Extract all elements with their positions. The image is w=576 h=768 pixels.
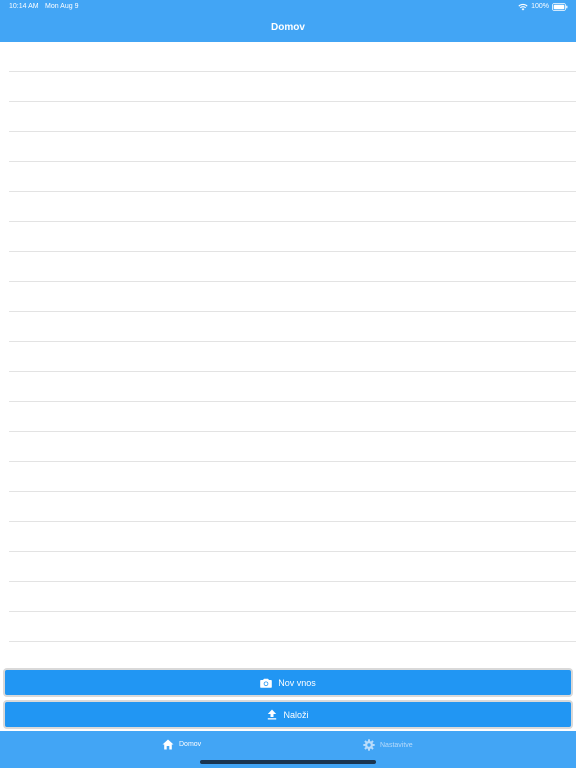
list-item[interactable] <box>9 462 576 492</box>
home-indicator <box>200 760 376 764</box>
list-item[interactable] <box>9 432 576 462</box>
new-entry-button[interactable]: Nov vnos <box>3 668 573 697</box>
tab-home[interactable]: Domov <box>162 739 201 750</box>
list-item[interactable] <box>9 642 576 664</box>
list-item[interactable] <box>9 312 576 342</box>
app-screen: 10:14 AM Mon Aug 9 100% Domov Nov vnos N… <box>0 0 576 768</box>
entry-list[interactable] <box>0 42 576 664</box>
tab-home-label: Domov <box>179 741 202 748</box>
list-item[interactable] <box>9 282 576 312</box>
tab-settings[interactable]: Nastavitve <box>363 739 413 751</box>
list-item[interactable] <box>9 372 576 402</box>
list-item[interactable] <box>9 582 576 612</box>
gear-icon <box>363 739 375 751</box>
new-entry-label: Nov vnos <box>278 677 316 688</box>
list-item[interactable] <box>9 552 576 582</box>
list-item[interactable] <box>9 162 576 192</box>
camera-icon <box>260 678 273 688</box>
list-item[interactable] <box>9 402 576 432</box>
list-item[interactable] <box>9 72 576 102</box>
list-item[interactable] <box>9 42 576 72</box>
battery-percent: 100% <box>531 3 549 10</box>
list-item[interactable] <box>9 252 576 282</box>
list-item[interactable] <box>9 612 576 642</box>
list-item[interactable] <box>9 342 576 372</box>
status-time: 10:14 AM <box>9 3 39 10</box>
tab-settings-label: Nastavitve <box>380 741 413 749</box>
list-item[interactable] <box>9 522 576 552</box>
upload-button[interactable]: Naloži <box>3 700 573 729</box>
home-icon <box>162 739 174 750</box>
list-item[interactable] <box>9 222 576 252</box>
list-item[interactable] <box>9 132 576 162</box>
list-item[interactable] <box>9 102 576 132</box>
wifi-icon <box>518 3 528 11</box>
upload-label: Naloži <box>283 709 309 720</box>
battery-icon <box>552 3 568 11</box>
list-item[interactable] <box>9 192 576 222</box>
page-title: Domov <box>271 22 305 33</box>
header: 10:14 AM Mon Aug 9 100% Domov <box>0 0 576 42</box>
status-indicators: 100% <box>518 0 568 14</box>
status-bar: 10:14 AM Mon Aug 9 100% <box>0 0 576 14</box>
list-item[interactable] <box>9 492 576 522</box>
upload-icon <box>267 709 277 720</box>
status-date: Mon Aug 9 <box>45 3 79 10</box>
